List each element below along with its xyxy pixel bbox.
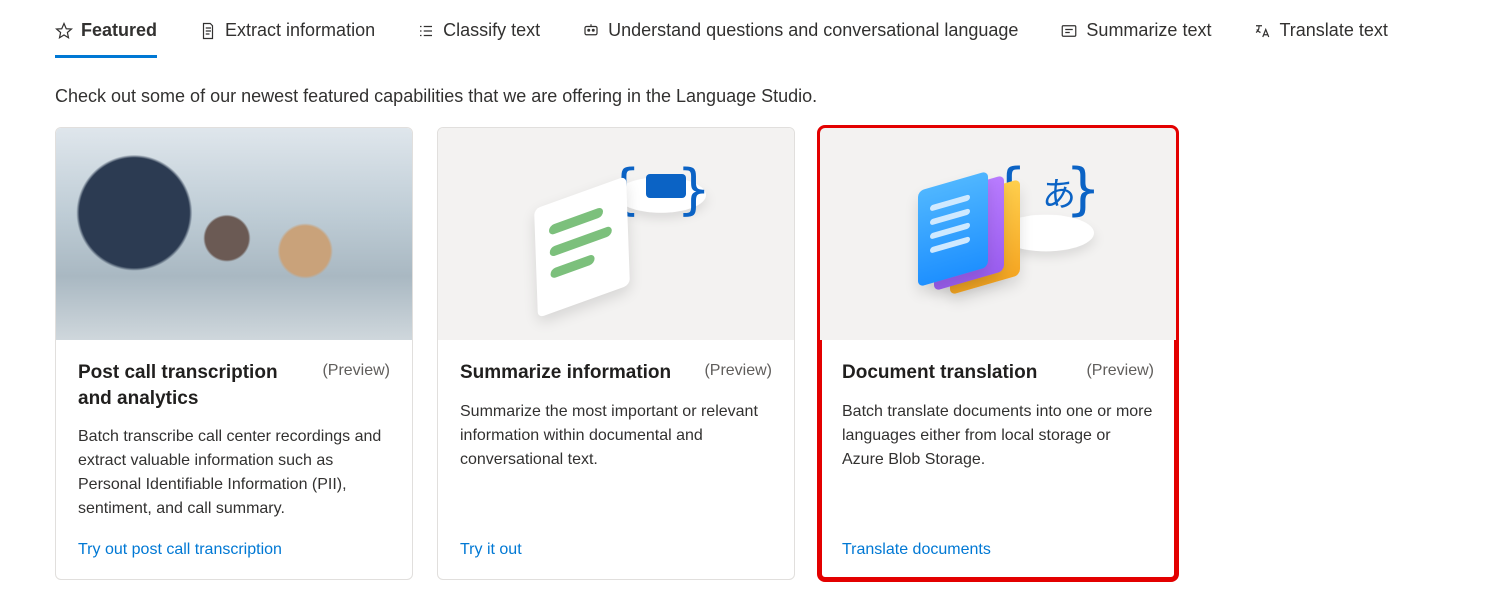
tab-translate-text[interactable]: Translate text bbox=[1253, 20, 1387, 58]
card-title: Post call transcription and analytics bbox=[78, 360, 312, 411]
card-hero-image: { あ } bbox=[820, 128, 1176, 340]
try-post-call-link[interactable]: Try out post call transcription bbox=[78, 541, 390, 559]
card-grid: Post call transcription and analytics (P… bbox=[55, 127, 1440, 580]
tab-understand-questions[interactable]: Understand questions and conversational … bbox=[582, 20, 1018, 58]
summary-icon bbox=[1060, 22, 1078, 40]
card-header: Summarize information (Preview) bbox=[460, 360, 772, 386]
summarize-illustration: { } bbox=[526, 164, 706, 304]
star-icon bbox=[55, 22, 73, 40]
card-body: Document translation (Preview) Batch tra… bbox=[820, 340, 1176, 579]
tab-extract-information[interactable]: Extract information bbox=[199, 20, 375, 58]
card-hero-image bbox=[56, 128, 412, 340]
card-header: Post call transcription and analytics (P… bbox=[78, 360, 390, 411]
tab-label: Featured bbox=[81, 20, 157, 41]
tab-summarize-text[interactable]: Summarize text bbox=[1060, 20, 1211, 58]
translate-icon bbox=[1253, 22, 1271, 40]
document-icon bbox=[199, 22, 217, 40]
translate-illustration: { あ } bbox=[898, 159, 1098, 309]
tab-label: Translate text bbox=[1279, 20, 1387, 41]
card-header: Document translation (Preview) bbox=[842, 360, 1154, 386]
card-body: Summarize information (Preview) Summariz… bbox=[438, 340, 794, 579]
tab-featured[interactable]: Featured bbox=[55, 20, 157, 58]
card-body: Post call transcription and analytics (P… bbox=[56, 340, 412, 579]
card-description: Summarize the most important or relevant… bbox=[460, 400, 772, 522]
list-icon bbox=[417, 22, 435, 40]
intro-text: Check out some of our newest featured ca… bbox=[55, 86, 1440, 107]
card-summarize-information[interactable]: { } Summarize information (Preview) Summ… bbox=[437, 127, 795, 580]
call-center-photo bbox=[56, 128, 412, 340]
tab-classify-text[interactable]: Classify text bbox=[417, 20, 540, 58]
tab-label: Summarize text bbox=[1086, 20, 1211, 41]
tab-label: Understand questions and conversational … bbox=[608, 20, 1018, 41]
tab-label: Extract information bbox=[225, 20, 375, 41]
preview-badge: (Preview) bbox=[1086, 360, 1154, 380]
preview-badge: (Preview) bbox=[704, 360, 772, 380]
tab-bar: Featured Extract information Classify te… bbox=[55, 20, 1440, 58]
card-post-call-transcription[interactable]: Post call transcription and analytics (P… bbox=[55, 127, 413, 580]
preview-badge: (Preview) bbox=[322, 360, 390, 380]
card-document-translation[interactable]: { あ } Document translation (Preview) Bat… bbox=[819, 127, 1177, 580]
card-hero-image: { } bbox=[438, 128, 794, 340]
translate-documents-link[interactable]: Translate documents bbox=[842, 541, 1154, 559]
card-title: Document translation bbox=[842, 360, 1037, 386]
try-it-out-link[interactable]: Try it out bbox=[460, 541, 772, 559]
card-description: Batch transcribe call center recordings … bbox=[78, 425, 390, 521]
card-title: Summarize information bbox=[460, 360, 671, 386]
tab-label: Classify text bbox=[443, 20, 540, 41]
card-description: Batch translate documents into one or mo… bbox=[842, 400, 1154, 522]
chat-bot-icon bbox=[582, 22, 600, 40]
